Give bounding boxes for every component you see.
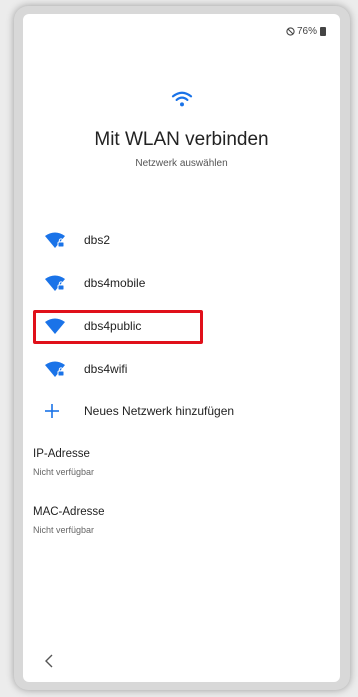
mac-address-value: Nicht verfügbar — [33, 525, 95, 535]
mac-address-label: MAC-Adresse — [33, 506, 105, 518]
network-item-dbs2[interactable]: dbs2 — [45, 228, 110, 252]
network-item-dbs4wifi[interactable]: dbs4wifi — [45, 357, 127, 381]
network-item-dbs4mobile[interactable]: dbs4mobile — [45, 271, 145, 295]
phone-screen: 76% Mit WLAN verbinden Netzwerk auswähle… — [23, 14, 340, 682]
network-name: dbs4mobile — [84, 276, 146, 290]
battery-icon — [320, 27, 326, 36]
wifi-icon — [171, 91, 193, 107]
page-subtitle: Netzwerk auswählen — [135, 158, 228, 169]
ip-address-value: Nicht verfügbar — [33, 467, 95, 477]
page-title: Mit WLAN verbinden — [94, 129, 269, 150]
add-network-label: Neues Netzwerk hinzufügen — [84, 404, 235, 418]
ip-address-label: IP-Adresse — [33, 448, 90, 460]
chevron-left-icon[interactable] — [43, 654, 55, 668]
network-name: dbs2 — [84, 233, 111, 247]
highlight-box — [33, 310, 203, 344]
wifi-lock-icon — [45, 361, 65, 377]
do-not-disturb-icon — [286, 27, 295, 36]
add-network-button[interactable]: Neues Netzwerk hinzufügen — [45, 399, 234, 423]
battery-percent: 76% — [296, 26, 317, 37]
plus-icon — [45, 404, 59, 418]
network-name: dbs4wifi — [84, 362, 128, 376]
wifi-lock-icon — [45, 275, 65, 291]
wifi-lock-icon — [45, 232, 65, 248]
status-bar: 76% — [286, 26, 326, 37]
